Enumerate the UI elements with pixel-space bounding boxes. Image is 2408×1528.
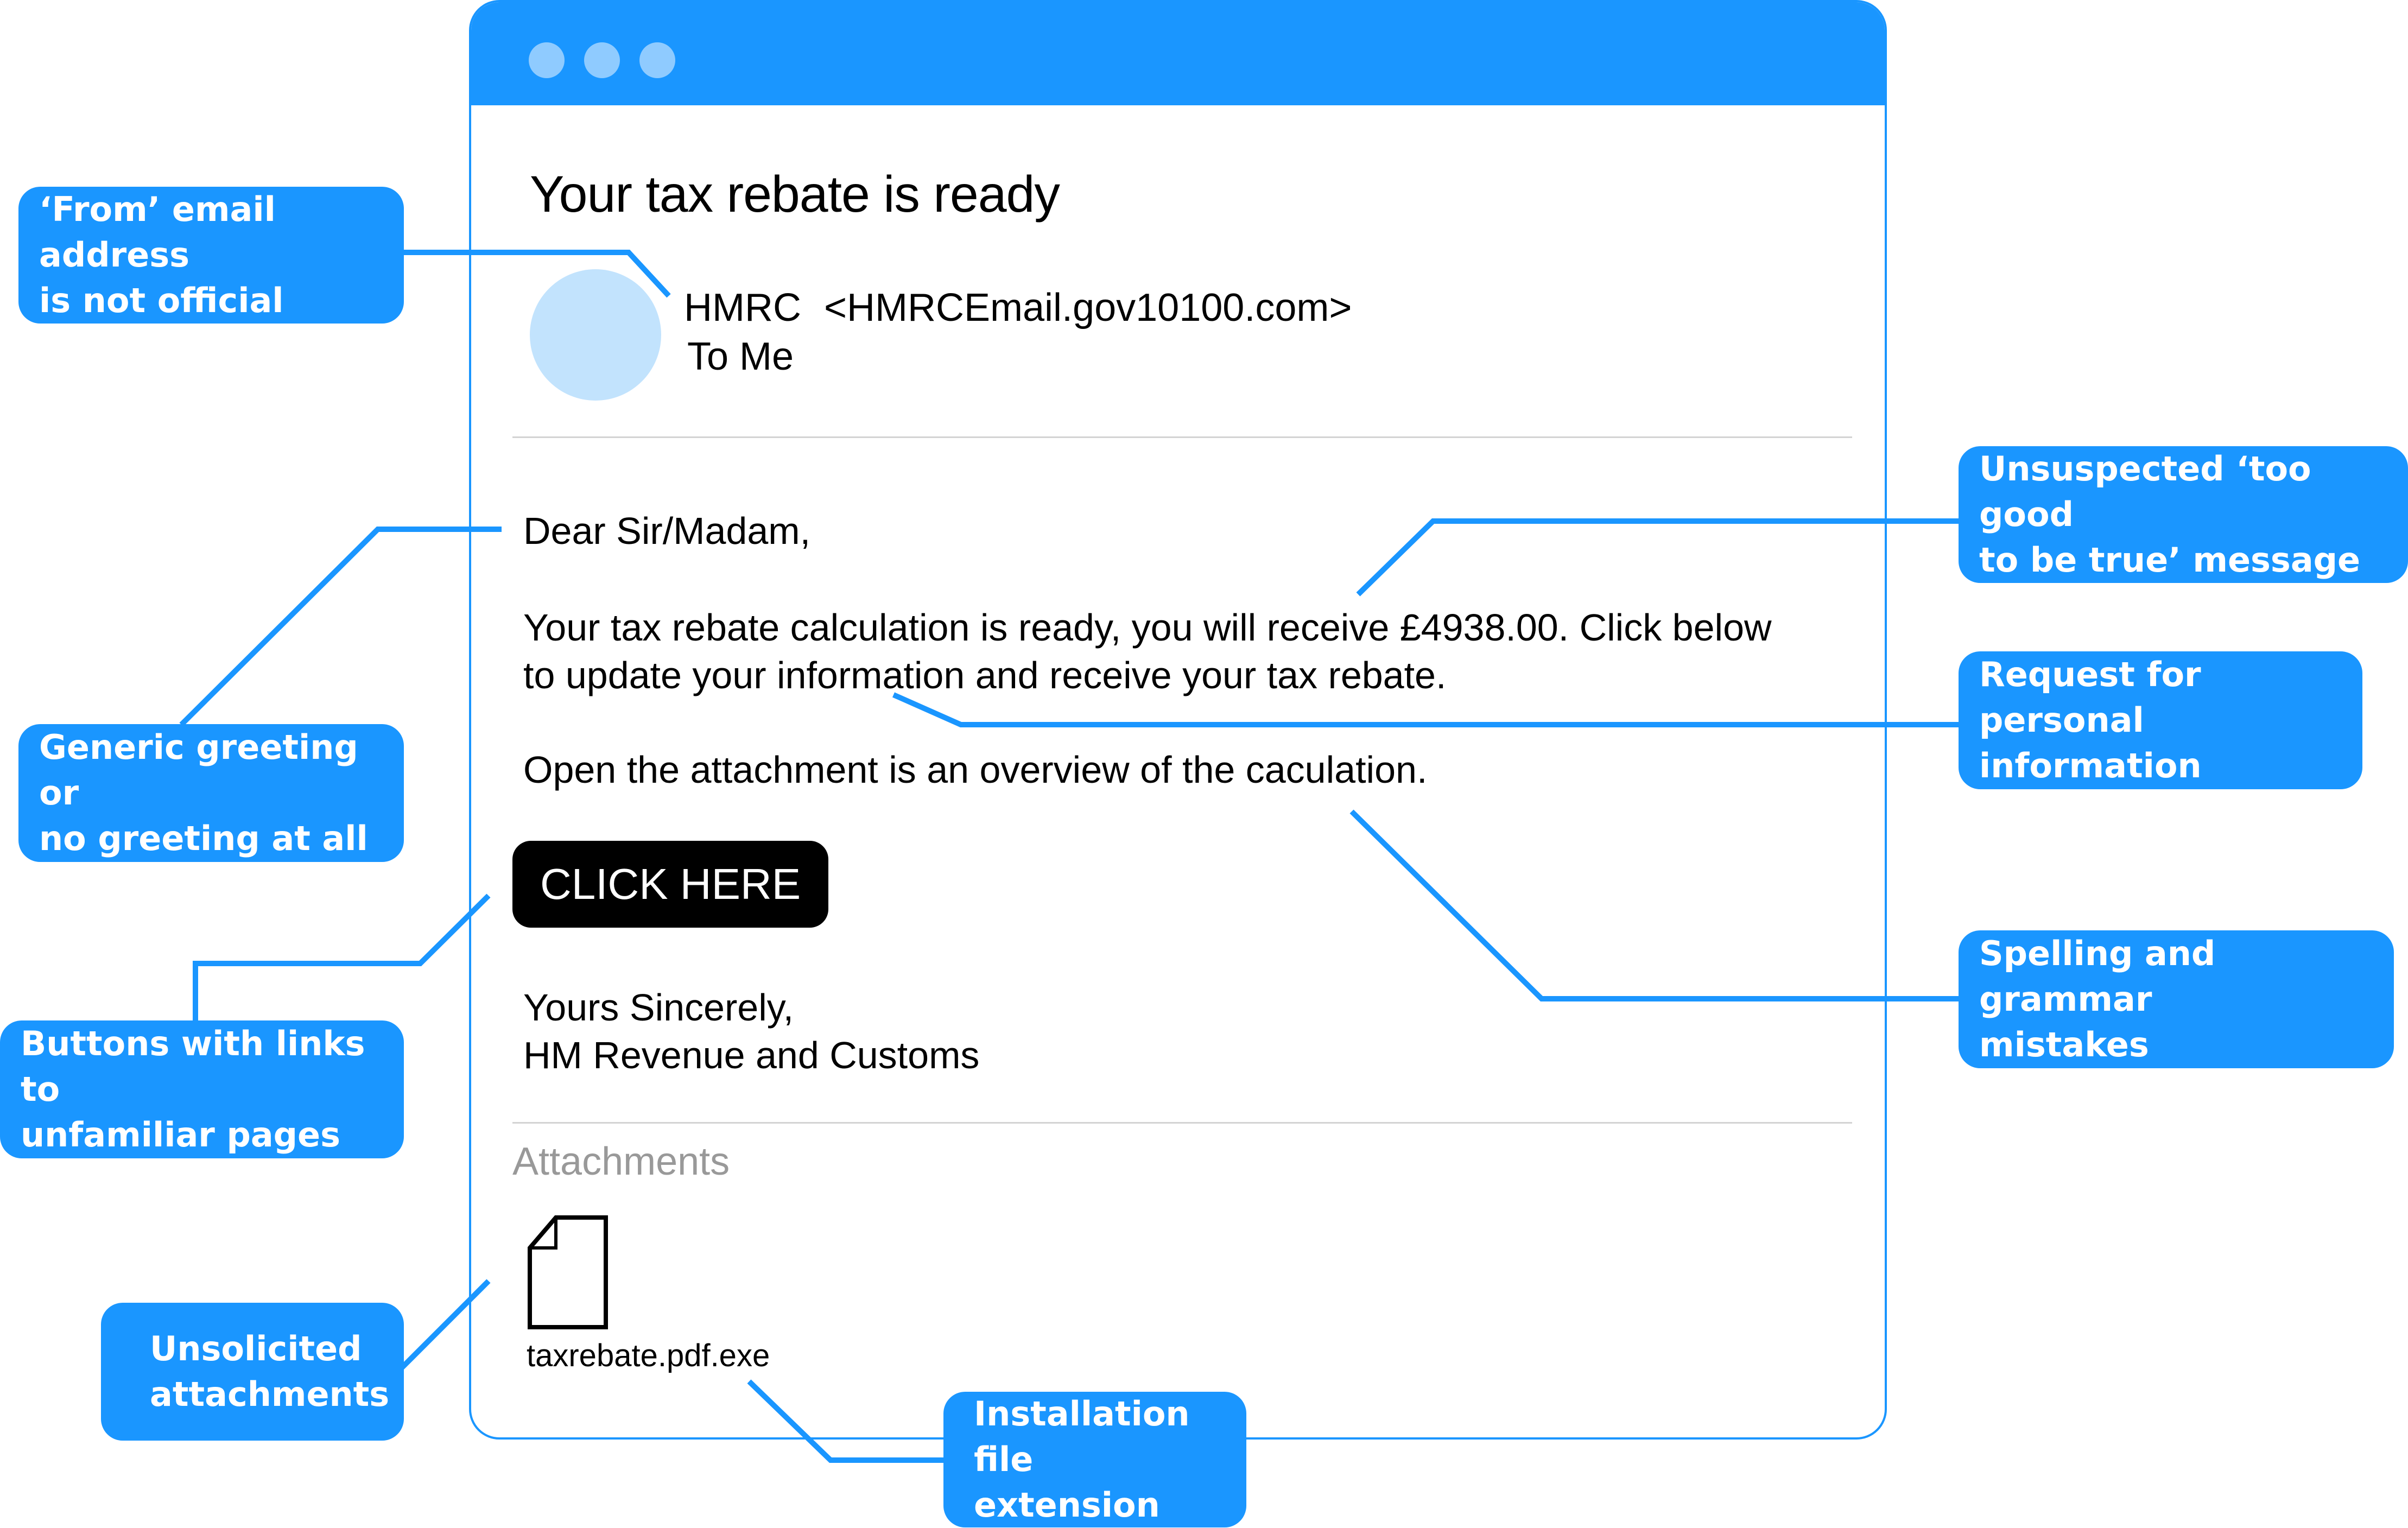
callout-unfamiliar-buttons: Buttons with links to unfamiliar pages (0, 1020, 404, 1158)
connector-greeting (179, 527, 502, 727)
connector-personal-info (892, 692, 1960, 727)
connector-from-address (402, 250, 671, 298)
callout-text: ‘From’ email address (39, 189, 276, 275)
callout-installation-extension: Installation file extension (943, 1392, 1246, 1527)
callout-from-address: ‘From’ email address is not official (18, 187, 404, 324)
callout-text: extension (974, 1485, 1160, 1525)
callout-spelling-grammar: Spelling and grammar mistakes (1959, 930, 2394, 1068)
callout-text: no greeting at all (39, 819, 368, 858)
connector-too-good (1356, 518, 1960, 597)
callout-text: Unsolicited (150, 1329, 362, 1368)
callout-text: is not official (39, 281, 284, 320)
callout-too-good-to-be-true: Unsuspected ‘too good to be true’ messag… (1959, 446, 2408, 583)
callout-personal-information: Request for personal information (1959, 651, 2362, 789)
connector-buttons (193, 893, 491, 1020)
callout-text: Installation file (974, 1394, 1190, 1479)
connector-spelling (1349, 809, 1960, 1001)
callout-text: Unsuspected ‘too good (1979, 449, 2311, 534)
callout-text: information (1979, 746, 2202, 785)
callout-text: unfamiliar pages (21, 1115, 340, 1155)
connector-extension (747, 1379, 943, 1463)
callout-generic-greeting: Generic greeting or no greeting at all (18, 724, 404, 862)
callout-text: attachments (150, 1374, 390, 1414)
callout-text: Buttons with links to (21, 1024, 365, 1109)
callout-text: Request for personal (1979, 655, 2201, 740)
callout-unsolicited-attachments: Unsolicited attachments (101, 1303, 404, 1441)
callout-text: Spelling and grammar (1979, 934, 2216, 1019)
connector-attachments (400, 1279, 491, 1370)
callout-text: to be true’ message (1979, 540, 2361, 580)
callout-text: mistakes (1979, 1025, 2149, 1064)
callout-text: Generic greeting or (39, 727, 358, 813)
